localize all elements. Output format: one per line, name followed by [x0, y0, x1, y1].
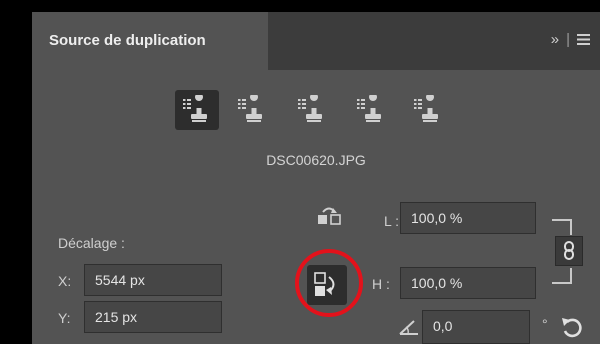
clone-stamp-icon [183, 95, 207, 122]
clone-source-button-4[interactable] [349, 90, 393, 130]
reset-transform-icon[interactable] [559, 314, 585, 340]
link-bracket-top [552, 219, 572, 235]
x-offset-input[interactable]: 5544 px [84, 264, 222, 296]
clone-source-button-3[interactable] [290, 90, 334, 130]
tab-clone-source[interactable]: Source de duplication [32, 12, 268, 70]
clone-source-button-1[interactable] [175, 90, 219, 130]
chain-link-icon [564, 241, 574, 260]
flip-horizontal-icon[interactable] [315, 204, 343, 226]
clone-stamp-icon [238, 95, 262, 122]
panel-tab-bar: Source de duplication » | [32, 12, 600, 70]
menu-separator: | [566, 31, 570, 48]
height-label: H : [372, 276, 390, 292]
offset-label: Décalage : [58, 235, 125, 251]
source-filename: DSC00620.JPG [266, 152, 366, 168]
link-scale-button[interactable] [555, 236, 583, 266]
rotation-input[interactable]: 0,0 [422, 310, 530, 344]
clone-source-button-5[interactable] [406, 90, 450, 130]
height-scale-input[interactable]: 100,0 % [400, 267, 536, 299]
highlight-circle [295, 249, 363, 317]
x-label: X: [58, 273, 72, 289]
width-scale-input[interactable]: 100,0 % [400, 202, 536, 234]
degree-symbol: ° [542, 316, 548, 332]
clone-source-button-2[interactable] [230, 90, 274, 130]
clone-source-panel: Source de duplication » | DSC00620.JPG L… [32, 12, 600, 344]
panel-title: Source de duplication [49, 32, 206, 49]
link-bracket-bottom [552, 268, 572, 284]
width-label: L : [384, 213, 400, 229]
clone-stamp-icon [414, 95, 438, 122]
hamburger-menu-icon[interactable] [577, 34, 590, 45]
y-label: Y: [58, 310, 71, 326]
expand-chevron-icon[interactable]: » [551, 31, 559, 48]
y-offset-input[interactable]: 215 px [84, 301, 222, 333]
angle-icon [399, 320, 418, 335]
clone-stamp-icon [298, 95, 322, 122]
clone-stamp-icon [357, 95, 381, 122]
panel-menu[interactable]: » | [551, 31, 590, 48]
